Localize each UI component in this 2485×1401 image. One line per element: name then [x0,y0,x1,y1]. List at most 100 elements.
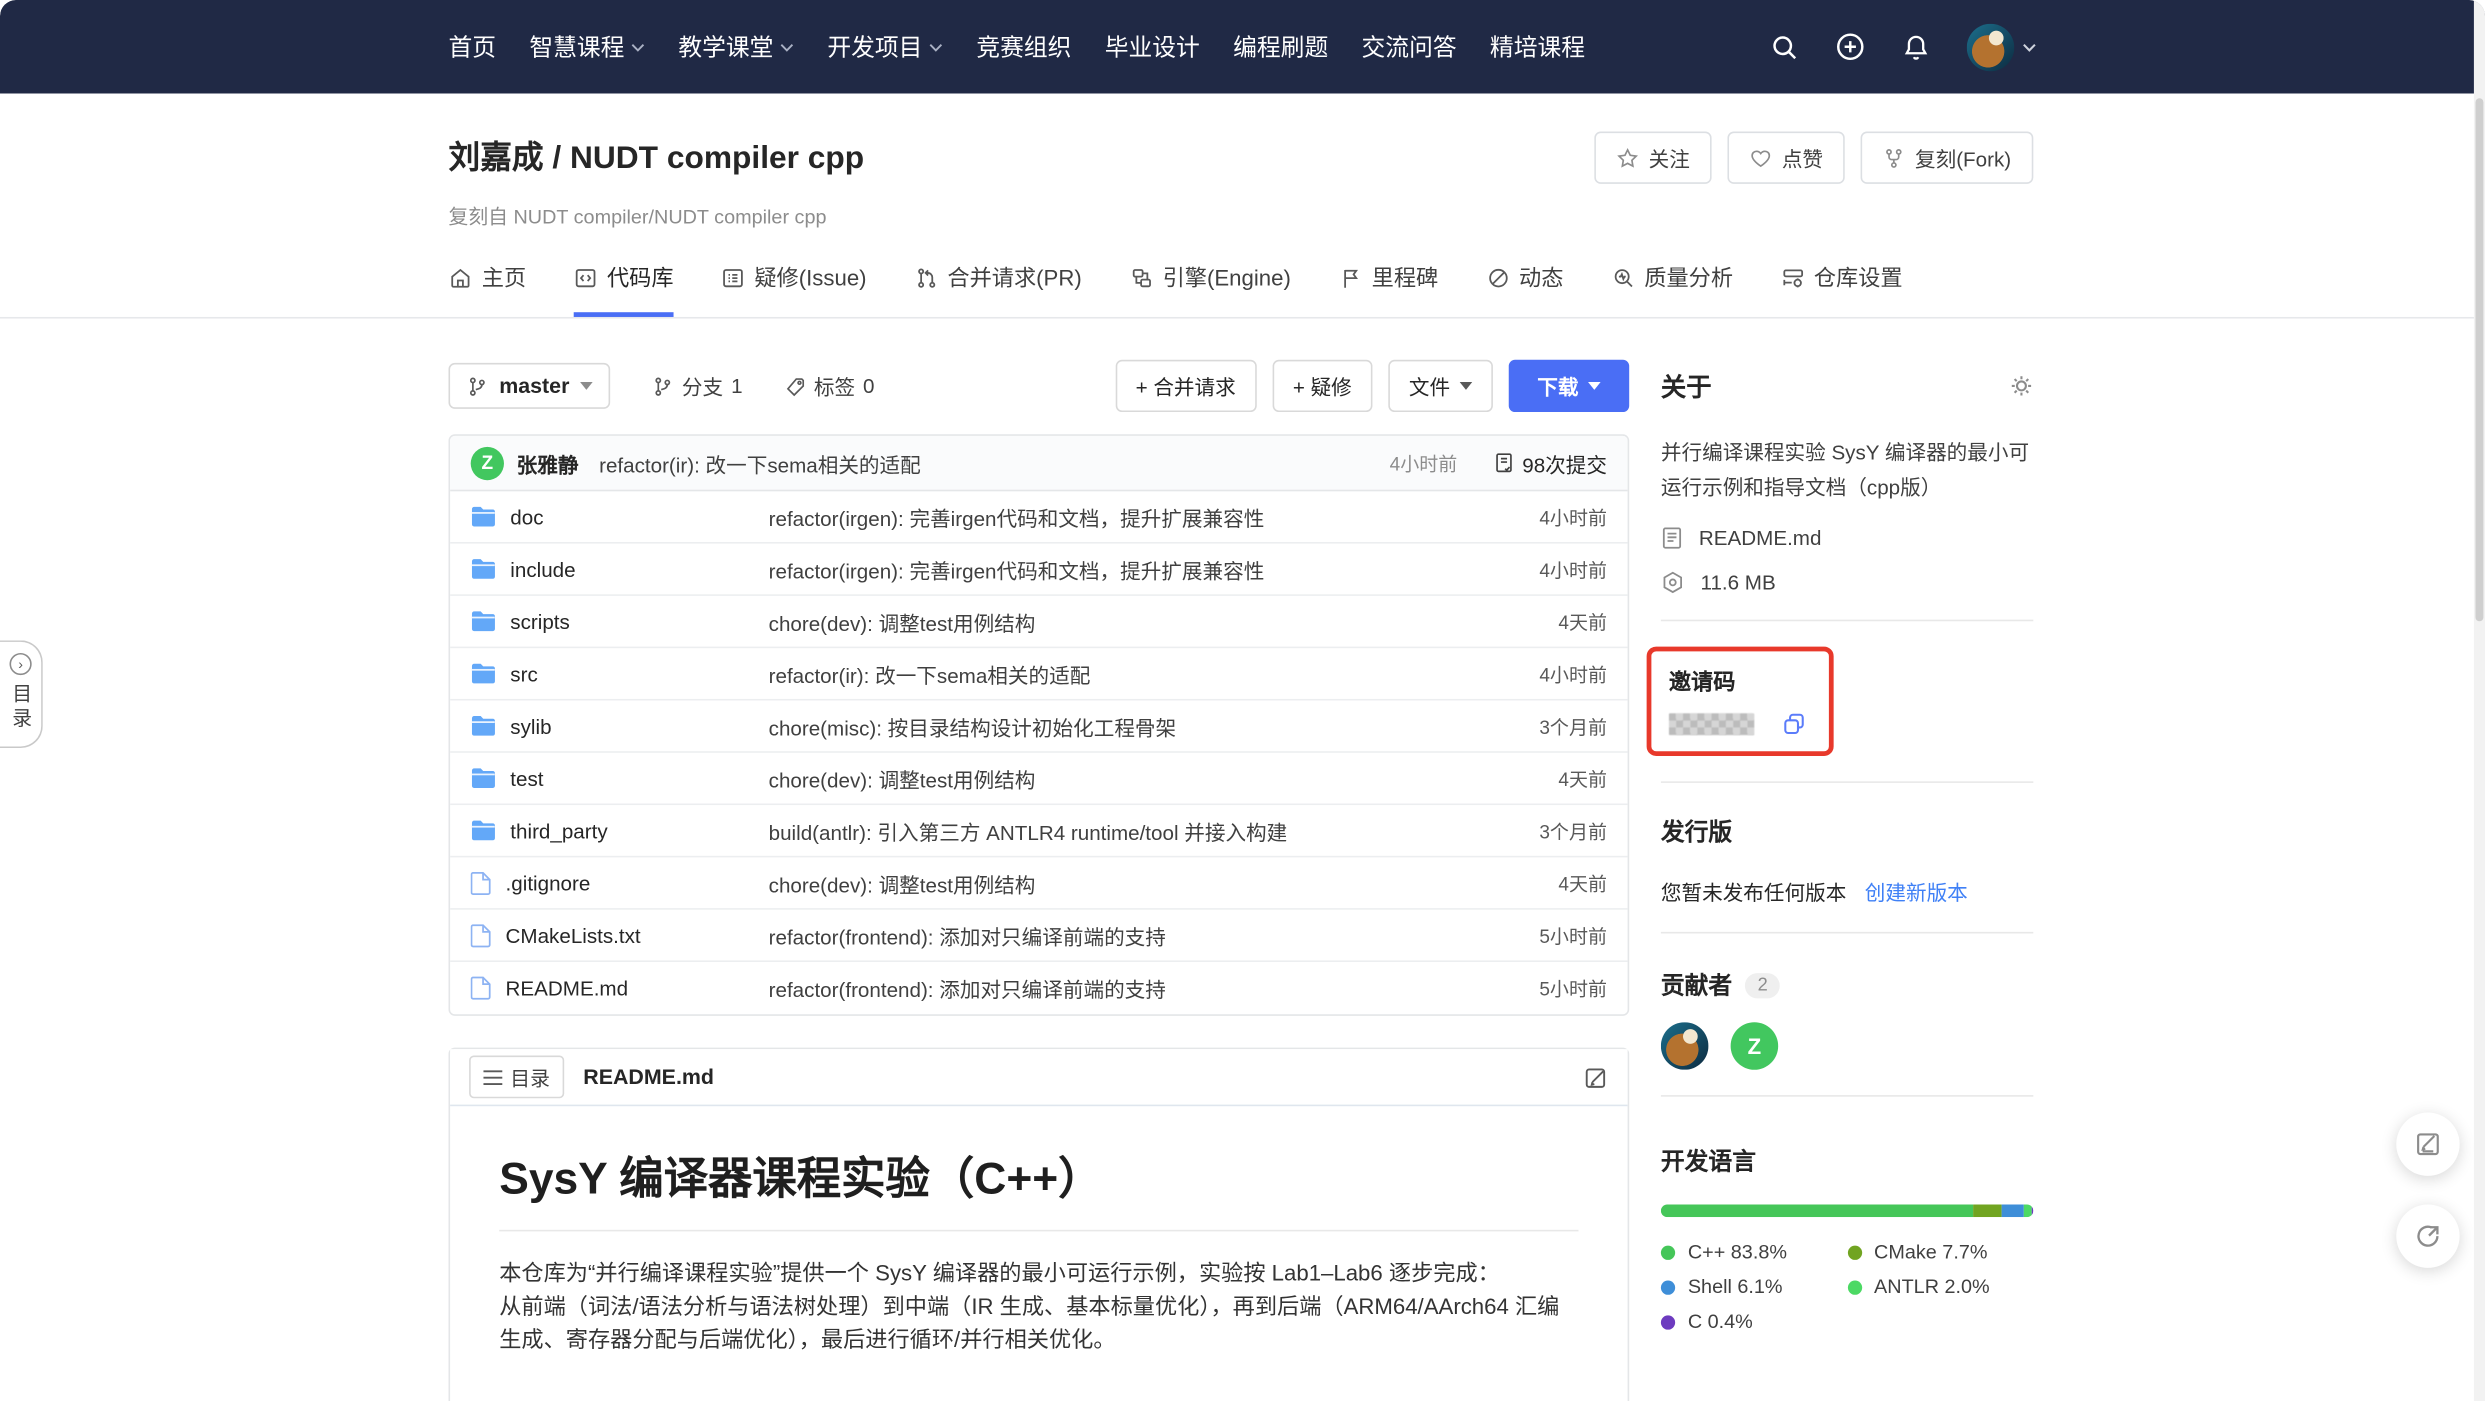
gear-icon[interactable] [2010,373,2034,397]
nav-item-item[interactable]: 开发项目 [827,30,943,63]
committer-name[interactable]: 张雅静 [517,448,579,478]
file-row-cmakelists-txt[interactable]: CMakeLists.txtrefactor(frontend): 添加对只编译… [450,910,1628,962]
language-label: Shell 6.1% [1688,1276,1783,1298]
toc-button[interactable]: 目录 [469,1055,564,1098]
contributor-avatar[interactable] [1661,1022,1709,1070]
file-link[interactable]: .gitignore [471,871,769,895]
file-row-sylib[interactable]: sylibchore(misc): 按目录结构设计初始化工程骨架3个月前 [450,700,1628,752]
nav-item-item[interactable]: 首页 [449,30,497,63]
edit-icon[interactable] [1583,1064,1608,1089]
download-button[interactable]: 下载 [1509,360,1629,412]
file-row-third-party[interactable]: third_partybuild(antlr): 引入第三方 ANTLR4 ru… [450,805,1628,857]
commit-message-link[interactable]: refactor(irgen): 完善irgen代码和文档，提升扩展兼容性 [769,502,1265,532]
watch-button[interactable]: 关注 [1595,132,1712,184]
fork-button[interactable]: 复刻(Fork) [1861,132,2033,184]
folder-link[interactable]: doc [471,505,769,529]
tab-settings[interactable]: 仓库设置 [1781,261,1903,316]
engine-icon [1129,265,1153,289]
feedback-button[interactable] [2396,1113,2459,1176]
copy-icon[interactable] [1781,712,1806,737]
tab-quality[interactable]: 质量分析 [1611,261,1733,316]
settings-icon [1781,265,1805,289]
star-icon [1617,147,1639,169]
tab-label: 仓库设置 [1814,261,1903,293]
file-row-readme-md[interactable]: README.mdrefactor(frontend): 添加对只编译前端的支持… [450,962,1628,1014]
tag-count[interactable]: 标签 0 [784,371,875,401]
commit-message-link[interactable]: refactor(frontend): 添加对只编译前端的支持 [769,920,1166,950]
commit-message[interactable]: refactor(ir): 改一下sema相关的适配 [599,448,921,478]
contributor-avatar[interactable]: Z [1731,1022,1779,1070]
nav-item-item[interactable]: 毕业设计 [1105,30,1200,63]
tab-pr[interactable]: 合并请求(PR) [914,261,1082,316]
file-row-include[interactable]: includerefactor(irgen): 完善irgen代码和文档，提升扩… [450,544,1628,596]
folder-link[interactable]: test [471,766,769,790]
file-link[interactable]: CMakeLists.txt [471,923,769,947]
nav-item-item[interactable]: 教学课堂 [678,30,794,63]
commit-message-link[interactable]: chore(misc): 按目录结构设计初始化工程骨架 [769,711,1176,741]
search-icon[interactable] [1770,32,1799,61]
commits-count[interactable]: 98次提交 [1492,448,1607,478]
like-button[interactable]: 点赞 [1728,132,1845,184]
toc-side-tab[interactable]: › 目录 [0,640,43,748]
nav-item-item[interactable]: 编程刷题 [1233,30,1328,63]
repo-header: 刘嘉成 / NUDT compiler cpp 关注 点赞 复刻(Fork) [0,94,2485,319]
file-row-scripts[interactable]: scriptschore(dev): 调整test用例结构4天前 [450,596,1628,648]
folder-link[interactable]: sylib [471,714,769,738]
tab-issues[interactable]: 疑修(Issue) [721,261,866,316]
language-label: C++ 83.8% [1688,1241,1787,1263]
commit-message-link[interactable]: chore(dev): 调整test用例结构 [769,868,1036,898]
tab-activity[interactable]: 动态 [1486,261,1564,316]
folder-icon [471,610,496,632]
branch-selector[interactable]: master [449,363,611,409]
branch-icon [466,375,488,397]
tab-home[interactable]: 主页 [449,261,527,316]
tab-label: 主页 [482,261,526,293]
fork-origin-link[interactable]: NUDT compiler/NUDT compiler cpp [513,206,826,228]
commit-message-link[interactable]: build(antlr): 引入第三方 ANTLR4 runtime/tool … [769,815,1288,845]
nav-item-item[interactable]: 智慧课程 [529,30,645,63]
file-link[interactable]: README.md [471,976,769,1000]
file-row-gitignore[interactable]: .gitignorechore(dev): 调整test用例结构4天前 [450,857,1628,909]
create-release-link[interactable]: 创建新版本 [1865,881,1968,905]
file-menu-button[interactable]: 文件 [1388,360,1493,412]
scrollbar-track[interactable] [2474,0,2485,1401]
readme-link[interactable]: README.md [1661,526,2033,550]
file-time: 4小时前 [1539,660,1607,687]
nav-item-item[interactable]: 竞赛组织 [976,30,1071,63]
language-dot [1661,1245,1675,1259]
nav-items: 首页智慧课程教学课堂开发项目竞赛组织 毕业设计编程刷题 交流问答精培课程 [449,30,1586,63]
quality-icon [1611,265,1635,289]
tab-milestone[interactable]: 里程碑 [1338,261,1438,316]
commit-message-link[interactable]: chore(dev): 调整test用例结构 [769,606,1036,636]
plus-circle-icon[interactable] [1835,32,1865,62]
folder-link[interactable]: scripts [471,609,769,633]
folder-icon [471,767,496,789]
folder-link[interactable]: third_party [471,819,769,843]
file-row-test[interactable]: testchore(dev): 调整test用例结构4天前 [450,753,1628,805]
tab-code[interactable]: 代码库 [574,261,674,316]
new-merge-request-button[interactable]: + 合并请求 [1115,360,1256,412]
folder-link[interactable]: include [471,557,769,581]
file-row-doc[interactable]: docrefactor(irgen): 完善irgen代码和文档，提升扩展兼容性… [450,491,1628,543]
avatar-image [1967,23,2015,71]
tab-label: 引擎(Engine) [1163,261,1291,293]
commit-message-link[interactable]: refactor(ir): 改一下sema相关的适配 [769,658,1091,688]
committer-avatar[interactable]: Z [471,446,504,479]
user-avatar[interactable] [1967,23,2037,71]
branch-count[interactable]: 分支 1 [652,371,743,401]
repo-tabs: 主页 代码库疑修(Issue) 合并请求(PR) 引擎(Engine) 里程碑动态质量分… [449,261,2034,316]
main-content: master 分支 1 标签 0 + 合并请求 + 疑修 文 [449,319,2034,1401]
folder-link[interactable]: src [471,662,769,686]
repo-size: 11.6 MB [1661,571,2033,595]
commit-message-link[interactable]: refactor(frontend): 添加对只编译前端的支持 [769,973,1166,1003]
share-button[interactable] [2396,1204,2459,1267]
commit-message-link[interactable]: refactor(irgen): 完善irgen代码和文档，提升扩展兼容性 [769,554,1265,584]
new-issue-button[interactable]: + 疑修 [1272,360,1372,412]
nav-item-item[interactable]: 精培课程 [1490,30,1585,63]
commit-message-link[interactable]: chore(dev): 调整test用例结构 [769,763,1036,793]
bell-icon[interactable] [1902,32,1931,61]
nav-item-item[interactable]: 交流问答 [1362,30,1457,63]
scrollbar-thumb[interactable] [2475,98,2483,621]
tab-engine[interactable]: 引擎(Engine) [1129,261,1291,316]
file-row-src[interactable]: srcrefactor(ir): 改一下sema相关的适配 4小时前 [450,648,1628,700]
